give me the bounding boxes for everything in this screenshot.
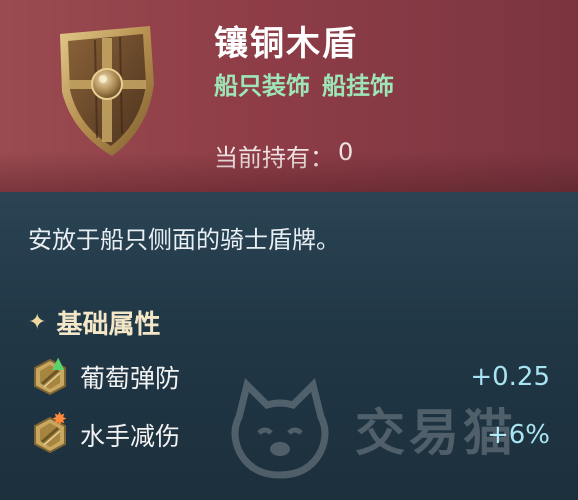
item-name: 镶铜木盾 (214, 24, 358, 64)
up-arrow-icon: ▲ (52, 353, 65, 372)
shield-icon (50, 22, 160, 162)
stat-row: ▲ 葡萄弹防 +0.25 (30, 353, 550, 400)
stat-row: ✸ 水手减伤 +6% (30, 409, 550, 458)
item-tag: 船只装饰 (214, 72, 310, 100)
burst-icon: ✸ (52, 409, 68, 430)
owned-count-line: 当前持有： 0 (214, 138, 353, 173)
attributes-title: 基础属性 (56, 310, 161, 340)
item-tags: 船只装饰 船挂饰 (214, 66, 394, 101)
stat-value: +0.25 (470, 362, 550, 392)
stat-badge-icon: ✸ (30, 409, 70, 455)
owned-label: 当前持有： (214, 144, 334, 172)
item-tag: 船挂饰 (322, 72, 394, 100)
item-body: 安放于船只侧面的骑士盾牌。 ✦ 基础属性 ▲ 葡萄弹防 +0.25 ✸ 水手减伤… (0, 192, 578, 500)
stat-badge-icon: ▲ (30, 353, 70, 397)
item-tooltip-card: 镶铜木盾 船只装饰 船挂饰 当前持有： 0 安放于船只侧面的骑士盾牌。 ✦ 基础… (0, 0, 578, 500)
item-description: 安放于船只侧面的骑士盾牌。 (28, 226, 340, 254)
attributes-section-title: ✦ 基础属性 (28, 304, 160, 341)
stat-name: 葡萄弹防 (80, 364, 181, 393)
sparkle-icon: ✦ (28, 310, 47, 335)
owned-count: 0 (338, 138, 354, 166)
stat-name: 水手减伤 (80, 422, 181, 451)
item-header: 镶铜木盾 船只装饰 船挂饰 当前持有： 0 (0, 0, 578, 192)
stat-value: +6% (486, 420, 550, 450)
